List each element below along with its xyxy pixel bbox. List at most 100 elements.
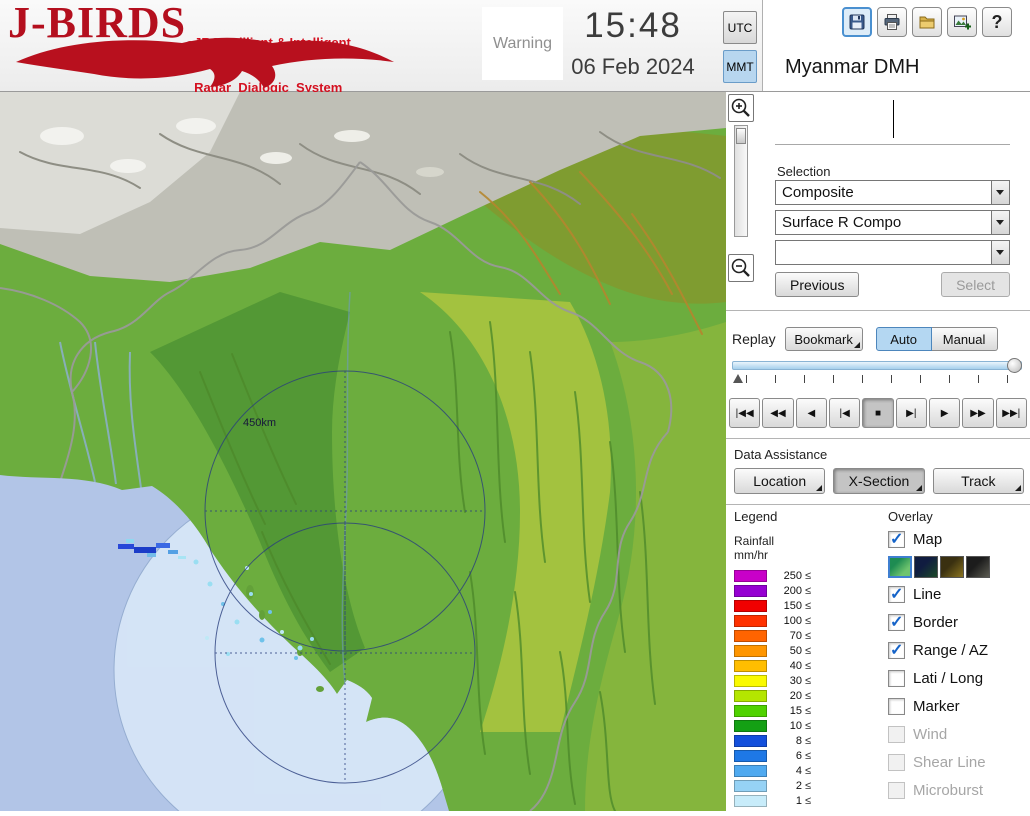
legend-le-symbol: ≤ xyxy=(805,660,812,673)
overlay-checkbox[interactable] xyxy=(888,584,905,604)
playback-button-jump-to-start[interactable]: |◀◀ xyxy=(729,398,761,428)
dropdown-arrow-button[interactable] xyxy=(991,241,1009,264)
data-assistance-button[interactable]: Location xyxy=(734,468,826,494)
map-style-swatch-olive[interactable] xyxy=(940,556,964,578)
dropdown-arrow-button[interactable] xyxy=(991,181,1009,204)
dropdown-value[interactable]: Composite xyxy=(776,181,991,204)
overlay-checkbox[interactable] xyxy=(888,698,905,715)
legend-unit-line2: mm/hr xyxy=(734,547,768,562)
legend-value: 250 xyxy=(783,570,802,583)
legend-row: 1 ≤ xyxy=(734,794,876,809)
previous-button[interactable]: Previous xyxy=(775,272,860,297)
overlay-checkbox[interactable] xyxy=(888,754,905,771)
legend-row: 2 ≤ xyxy=(734,779,876,794)
radar-map[interactable]: 450km xyxy=(0,92,726,812)
map-style-swatch-gray[interactable] xyxy=(966,556,990,578)
legend-value: 40 xyxy=(789,660,802,673)
timeline-thumb[interactable] xyxy=(1007,358,1022,373)
playback-button-play-reverse[interactable]: ◀ xyxy=(795,398,827,428)
overlay-item-label: Line xyxy=(913,586,942,603)
timeline-track[interactable] xyxy=(732,361,1022,370)
map-style-swatch-dark-blue[interactable] xyxy=(914,556,938,578)
legend-color-swatch xyxy=(734,720,767,733)
eagle-icon xyxy=(16,37,394,88)
overlay-item: Microburst xyxy=(888,782,1030,799)
zoom-slider-thumb[interactable] xyxy=(736,128,746,144)
selection-dropdowns: Composite Surface R Compo xyxy=(775,180,1010,265)
legend-row: 40 ≤ xyxy=(734,659,876,674)
legend-value: 8 xyxy=(795,735,802,748)
selection-label: Selection xyxy=(777,164,831,179)
legend-value: 30 xyxy=(789,675,802,688)
legend-le-symbol: ≤ xyxy=(805,645,812,658)
overlay-checkbox[interactable] xyxy=(888,726,905,743)
overlay-checkbox[interactable] xyxy=(888,670,905,687)
overlay-item-label: Microburst xyxy=(913,782,984,799)
legend-color-swatch xyxy=(734,570,767,583)
data-assistance-button[interactable]: Track xyxy=(932,468,1024,494)
open-folder-button[interactable] xyxy=(912,7,942,37)
replay-timeline[interactable] xyxy=(732,358,1022,389)
data-assistance-button[interactable]: X-Section xyxy=(833,468,925,494)
mmt-button[interactable]: MMT xyxy=(723,50,757,83)
header: J-BIRDS JRC-Brilliant & Intelligent Rada… xyxy=(0,0,1030,95)
dropdown-arrow-button[interactable] xyxy=(991,211,1009,234)
overlay-checkbox[interactable] xyxy=(888,529,905,549)
legend-color-swatch xyxy=(734,780,767,793)
legend-row: 8 ≤ xyxy=(734,734,876,749)
zoom-out-button[interactable] xyxy=(728,254,754,282)
warning-indicator: Warning xyxy=(482,7,563,80)
legend-row: 10 ≤ xyxy=(734,719,876,734)
legend-color-swatch xyxy=(734,645,767,658)
overlay-checkbox[interactable] xyxy=(888,612,905,632)
playback-button-play[interactable]: ▶ xyxy=(928,398,961,428)
playback-glyph: ▶▶| xyxy=(1002,407,1021,419)
map-area: 450km xyxy=(0,92,726,812)
playback-button-fast-forward[interactable]: ▶▶ xyxy=(962,398,994,428)
save-button[interactable] xyxy=(842,7,872,37)
legend-color-swatch xyxy=(734,750,767,763)
jbirds-app: J-BIRDS JRC-Brilliant & Intelligent Rada… xyxy=(0,0,1030,812)
legend-le-symbol: ≤ xyxy=(805,705,812,718)
timezone-toggle: UTC MMT xyxy=(723,11,757,83)
overlay-item-label: Marker xyxy=(913,698,960,715)
import-image-button[interactable] xyxy=(947,7,977,37)
legend-row: 15 ≤ xyxy=(734,704,876,719)
dropdown-value[interactable] xyxy=(776,241,991,264)
bookmark-button[interactable]: Bookmark xyxy=(784,327,863,351)
print-button[interactable] xyxy=(877,7,907,37)
help-button[interactable]: ? xyxy=(982,7,1012,37)
map-style-swatch-terrain[interactable] xyxy=(888,556,912,578)
overlay-checkbox[interactable] xyxy=(888,782,905,799)
overlay-item-label: Shear Line xyxy=(913,754,986,771)
auto-button[interactable]: Auto xyxy=(875,327,932,351)
legend-value: 100 xyxy=(783,615,802,628)
info-display[interactable] xyxy=(775,95,1010,145)
divider xyxy=(726,310,1030,311)
dropdown-value[interactable]: Surface R Compo xyxy=(776,211,991,234)
clock-time: 15:48 xyxy=(584,6,682,45)
playback-button-step-forward[interactable]: ▶| xyxy=(895,398,927,428)
playback-button-fast-rewind[interactable]: ◀◀ xyxy=(762,398,794,428)
utc-button[interactable]: UTC xyxy=(723,11,757,44)
overlay-item-label: Range / AZ xyxy=(913,642,989,659)
data-assistance-label: Data Assistance xyxy=(734,447,828,462)
playback-button-stop[interactable]: ■ xyxy=(862,398,894,428)
clock: 15:48 06 Feb 2024 xyxy=(552,6,714,80)
zoom-in-button[interactable] xyxy=(728,94,754,122)
overlay-checkbox[interactable] xyxy=(888,640,905,660)
zoom-out-icon xyxy=(731,258,750,277)
playback-glyph: |◀ xyxy=(839,407,850,419)
zoom-slider[interactable] xyxy=(734,125,748,237)
legend-color-swatch xyxy=(734,795,767,808)
playback-button-step-back[interactable]: |◀ xyxy=(828,398,861,428)
warning-label: Warning xyxy=(493,34,552,52)
legend-value: 20 xyxy=(789,690,802,703)
playback-button-jump-to-end[interactable]: ▶▶| xyxy=(995,398,1027,428)
legend-le-symbol: ≤ xyxy=(805,600,812,613)
legend-value: 200 xyxy=(783,585,802,598)
manual-button[interactable]: Manual xyxy=(931,327,998,351)
legend-panel: Legend Rainfall mm/hr 250 ≤ 200 ≤ 150 ≤ … xyxy=(726,509,876,809)
data-assistance-panel: Data Assistance Location X-Section Track xyxy=(726,447,1030,494)
select-button[interactable]: Select xyxy=(941,272,1010,297)
